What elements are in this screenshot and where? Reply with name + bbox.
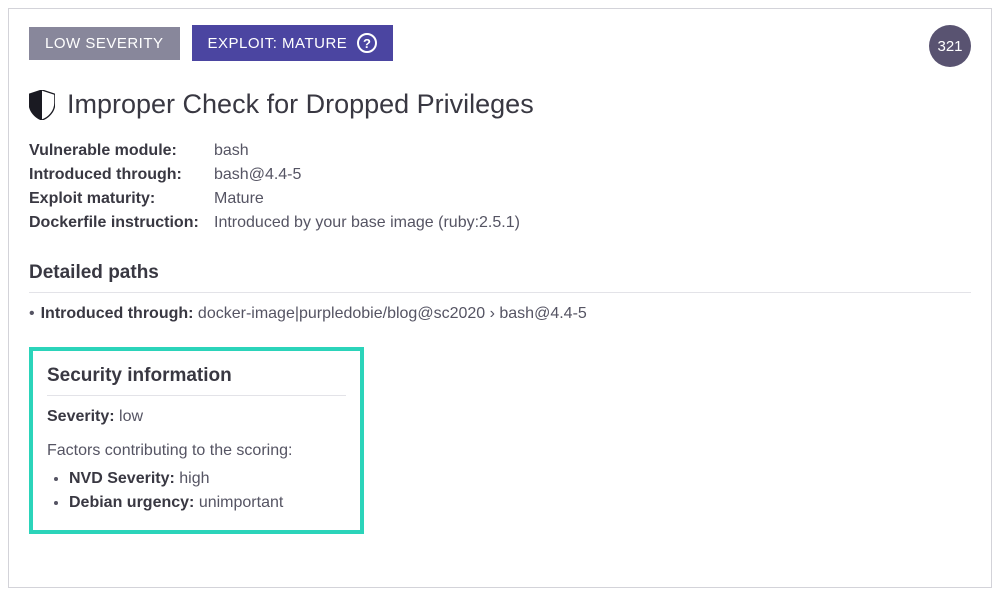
- count-badge: 321: [929, 25, 971, 67]
- path-introduced-label: Introduced through:: [41, 305, 194, 322]
- dockerfile-instruction-label: Dockerfile instruction:: [29, 214, 214, 232]
- bullet-icon: •: [29, 305, 35, 323]
- vulnerable-module-value: bash: [214, 142, 971, 160]
- exploit-badge-label: EXPLOIT: MATURE: [208, 35, 348, 52]
- title-row: Improper Check for Dropped Privileges: [29, 89, 971, 120]
- detailed-paths-heading: Detailed paths: [29, 262, 971, 293]
- exploit-badge: EXPLOIT: MATURE ?: [192, 25, 394, 61]
- debian-urgency-value: unimportant: [199, 494, 284, 511]
- nvd-severity-value: high: [179, 470, 209, 487]
- help-icon[interactable]: ?: [357, 33, 377, 53]
- debian-urgency-label: Debian urgency:: [69, 494, 194, 511]
- factors-list: NVD Severity: high Debian urgency: unimp…: [47, 470, 346, 512]
- severity-badge: LOW SEVERITY: [29, 27, 180, 60]
- severity-label: Severity:: [47, 408, 115, 425]
- exploit-maturity-label: Exploit maturity:: [29, 190, 214, 208]
- security-information-heading: Security information: [47, 365, 346, 396]
- nvd-severity-label: NVD Severity:: [69, 470, 175, 487]
- severity-value: low: [119, 408, 143, 425]
- factors-intro: Factors contributing to the scoring:: [47, 442, 346, 460]
- severity-line: Severity: low: [47, 408, 346, 426]
- dockerfile-instruction-value: Introduced by your base image (ruby:2.5.…: [214, 214, 971, 232]
- details-grid: Vulnerable module: bash Introduced throu…: [29, 142, 971, 232]
- vulnerability-title: Improper Check for Dropped Privileges: [67, 89, 534, 120]
- introduced-through-value: bash@4.4-5: [214, 166, 971, 184]
- path-introduced-value: docker-image|purpledobie/blog@sc2020 › b…: [198, 305, 587, 322]
- list-item: NVD Severity: high: [69, 470, 346, 488]
- shield-icon: [29, 90, 55, 120]
- exploit-maturity-value: Mature: [214, 190, 971, 208]
- path-row: • Introduced through: docker-image|purpl…: [29, 305, 971, 323]
- security-information-box: Security information Severity: low Facto…: [29, 347, 364, 534]
- introduced-through-label: Introduced through:: [29, 166, 214, 184]
- vulnerable-module-label: Vulnerable module:: [29, 142, 214, 160]
- vulnerability-card: LOW SEVERITY EXPLOIT: MATURE ? 321 Impro…: [8, 8, 992, 588]
- badges-row: LOW SEVERITY EXPLOIT: MATURE ?: [29, 25, 971, 61]
- list-item: Debian urgency: unimportant: [69, 494, 346, 512]
